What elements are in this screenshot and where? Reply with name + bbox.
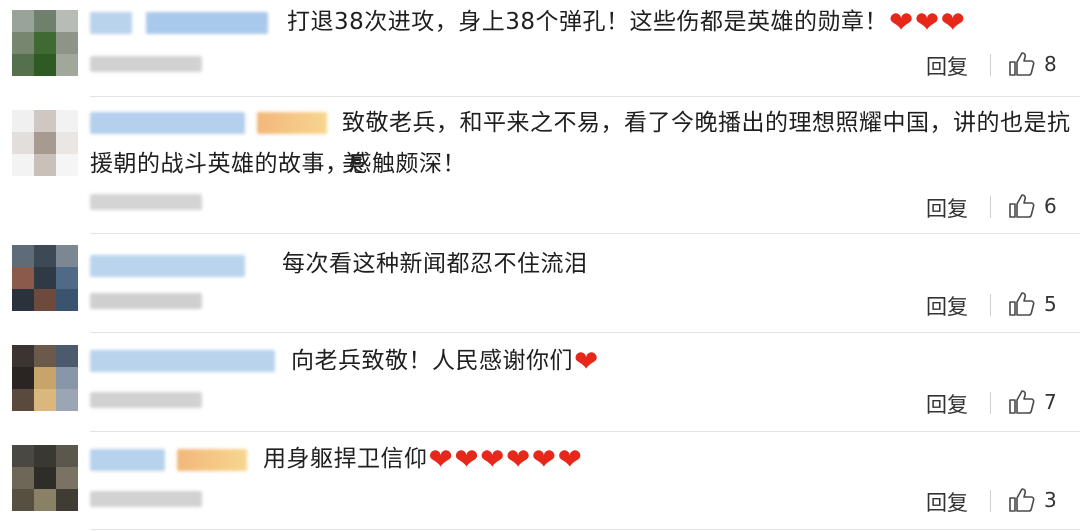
timestamp-blurred (90, 194, 202, 210)
divider (990, 294, 991, 316)
heart-icon: ❤ (557, 442, 583, 476)
divider (90, 332, 1080, 333)
reply-button[interactable]: 回复 (926, 193, 968, 223)
avatar[interactable] (12, 445, 78, 511)
like-count: 8 (1044, 52, 1057, 76)
divider (90, 431, 1080, 432)
username-blurred[interactable] (90, 350, 275, 372)
divider (990, 490, 991, 512)
timestamp-blurred (90, 392, 202, 408)
user-badge-blurred (177, 449, 247, 471)
divider (990, 196, 991, 218)
heart-icon: ❤ (428, 442, 454, 476)
like-count: 5 (1044, 292, 1057, 316)
avatar[interactable] (12, 345, 78, 411)
thumbs-up-icon[interactable] (1008, 487, 1036, 513)
divider (990, 392, 991, 414)
reply-button[interactable]: 回复 (926, 487, 968, 517)
comment-text: 每次看这种新闻都忍不住流泪 (282, 244, 588, 285)
heart-icon: ❤ (889, 5, 914, 39)
comment-text: 援朝的战斗英雄的故事，感触颇深！ (90, 144, 466, 185)
comment-text: 向老兵致敬！人民感谢你们❤ (291, 341, 599, 382)
avatar[interactable] (12, 110, 78, 176)
heart-icon: ❤ (480, 442, 505, 476)
heart-icon: ❤ (531, 442, 557, 476)
username-blurred[interactable] (90, 255, 245, 277)
thumbs-up-icon[interactable] (1008, 51, 1036, 77)
comment-text-line: 向老兵致敬！人民感谢你们 (291, 348, 573, 374)
divider (990, 54, 991, 76)
avatar[interactable] (12, 245, 78, 311)
comment-text: 打退38次进攻，身上38个弹孔！这些伤都是英雄的勋章！❤❤❤ (287, 2, 965, 43)
reply-button[interactable]: 回复 (926, 291, 968, 321)
timestamp-blurred (90, 56, 202, 72)
comment-text-line: 每次看这种新闻都忍不住流泪 (282, 251, 588, 277)
divider (90, 233, 1080, 234)
divider (90, 96, 1080, 97)
timestamp-blurred (90, 491, 202, 507)
reply-button[interactable]: 回复 (926, 51, 968, 81)
reply-button[interactable]: 回复 (926, 389, 968, 419)
heart-icon: ❤ (454, 442, 480, 476)
heart-icon: ❤ (574, 344, 599, 378)
avatar[interactable] (12, 10, 78, 76)
username-blurred[interactable] (90, 112, 245, 134)
like-count: 6 (1044, 194, 1057, 218)
timestamp-blurred (90, 293, 202, 309)
heart-icon: ❤ (940, 5, 966, 39)
heart-icon: ❤ (914, 5, 940, 39)
comment-text-line: 打退38次进攻，身上38个弹孔！这些伤都是英雄的勋章！ (287, 9, 889, 35)
divider (90, 529, 1080, 530)
thumbs-up-icon[interactable] (1008, 291, 1036, 317)
comment-text-line: 用身躯捍卫信仰 (263, 446, 428, 472)
thumbs-up-icon[interactable] (1008, 389, 1036, 415)
comment-text: 用身躯捍卫信仰❤❤❤❤❤❤ (263, 439, 582, 480)
like-count: 7 (1044, 390, 1057, 414)
like-count: 3 (1044, 488, 1057, 512)
thumbs-up-icon[interactable] (1008, 193, 1036, 219)
user-badge-blurred (257, 112, 327, 134)
heart-icon: ❤ (505, 442, 531, 476)
username-blurred[interactable] (90, 449, 165, 471)
username-blurred[interactable] (90, 12, 132, 34)
comment-text-line: 援朝的战斗英雄的故事，感触颇深！ (90, 151, 466, 177)
username-blurred[interactable] (146, 12, 268, 34)
